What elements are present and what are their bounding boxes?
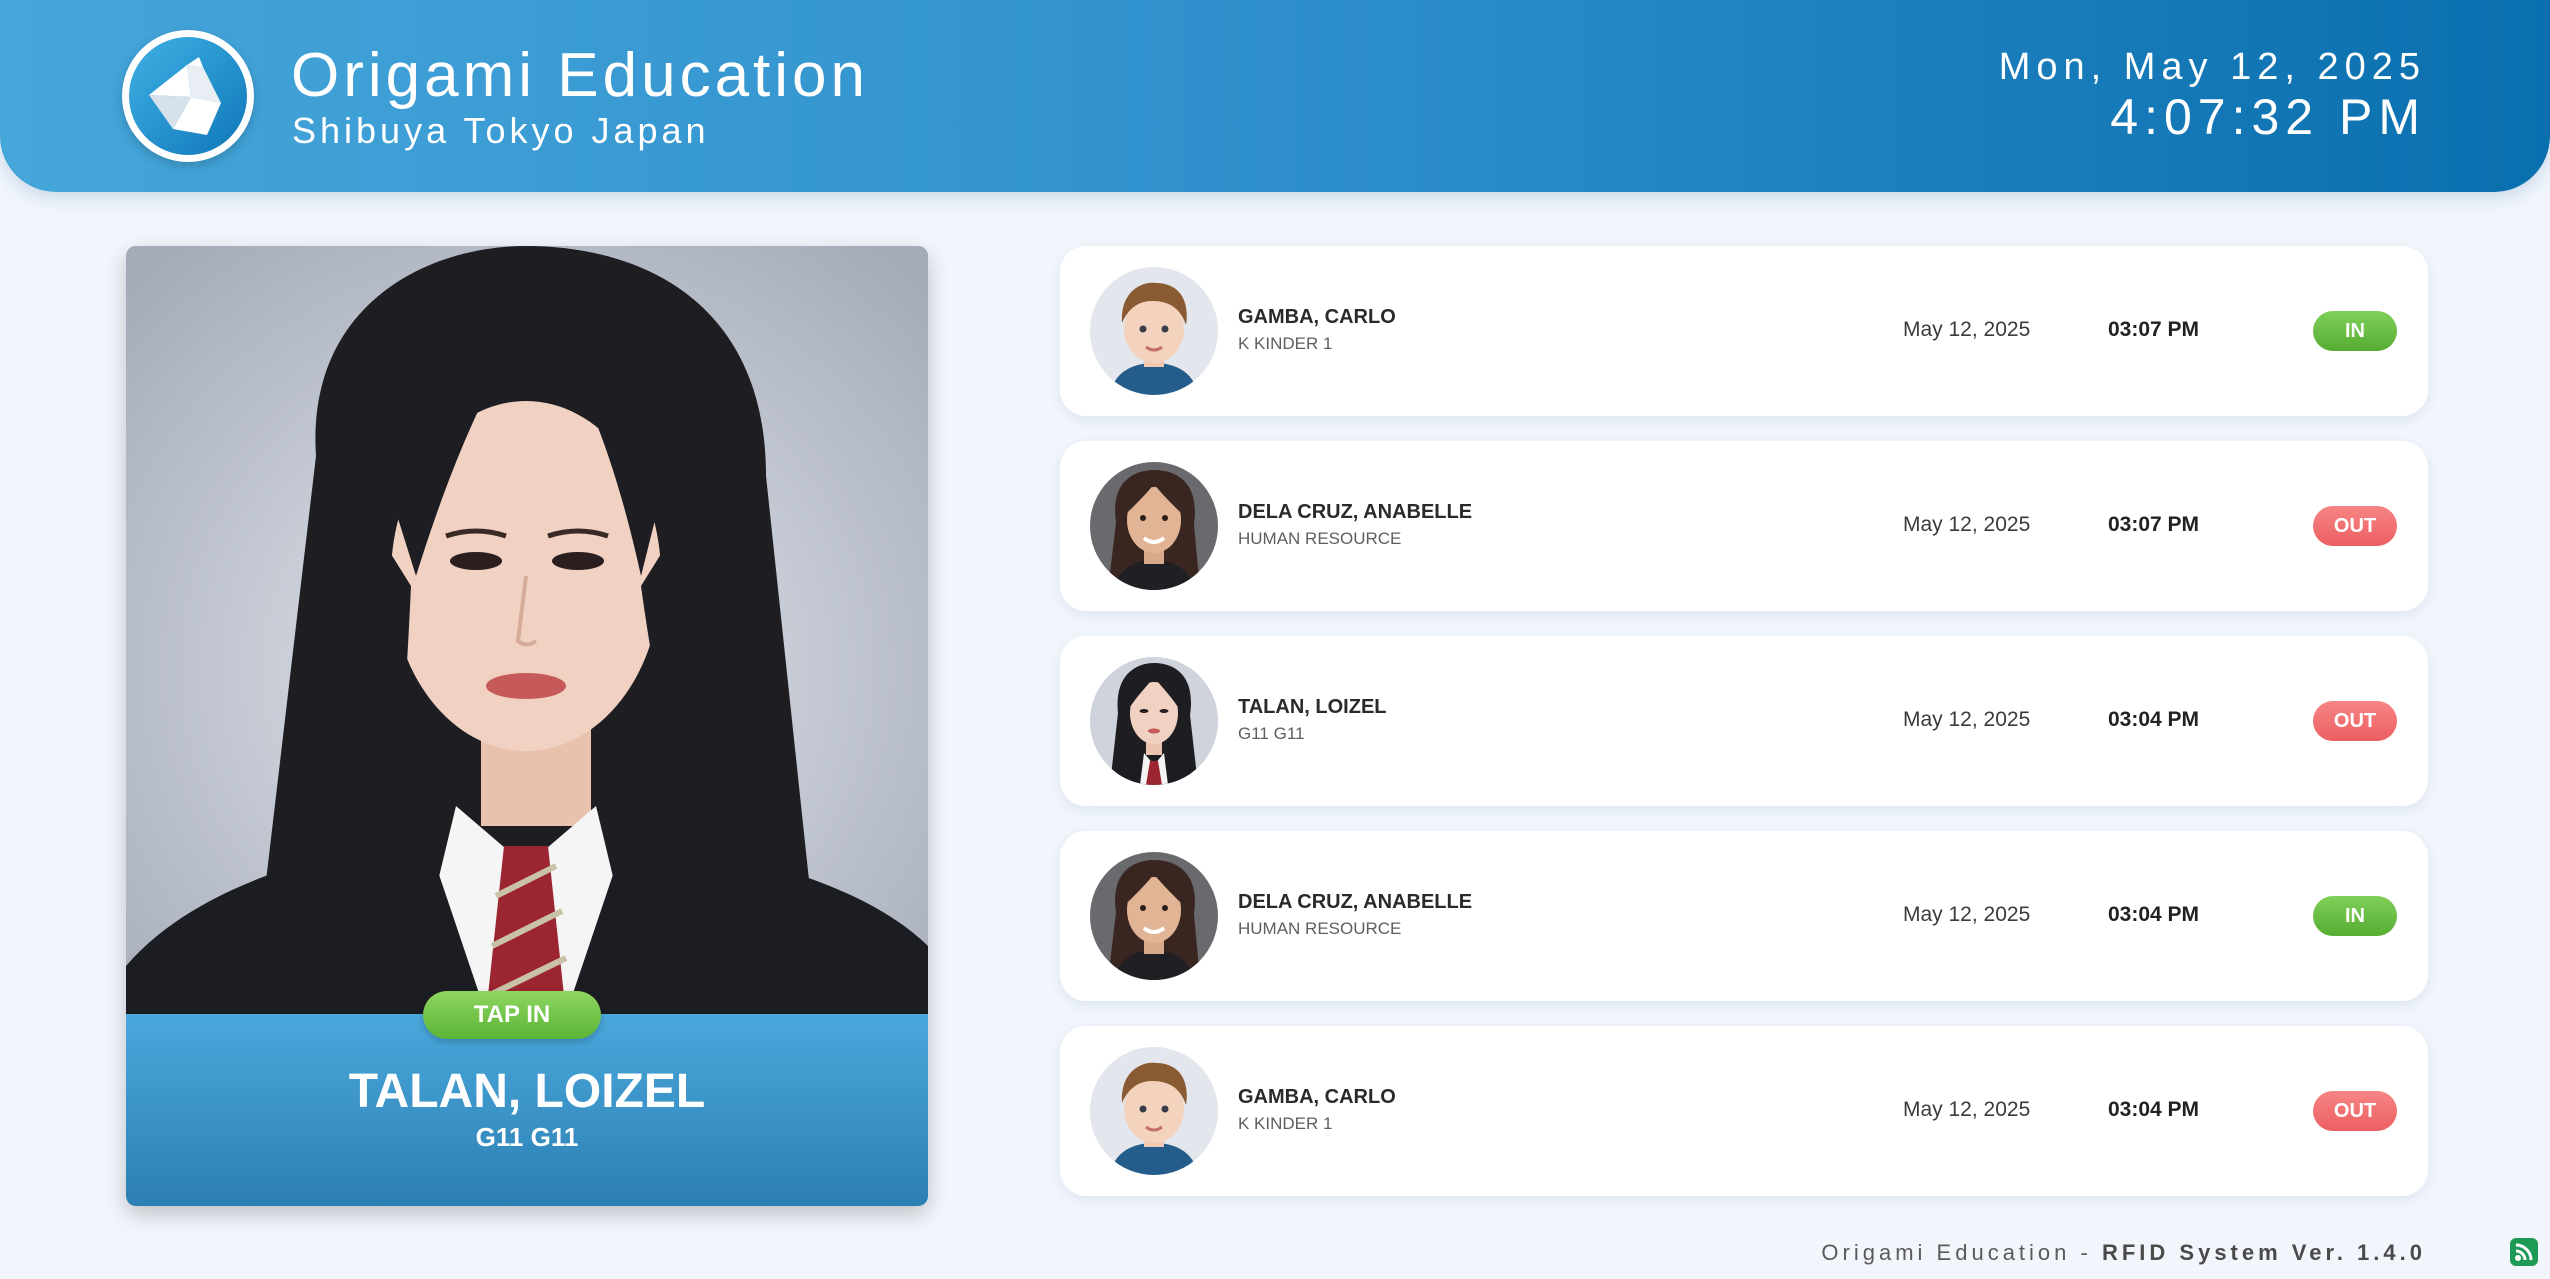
person-department: K KINDER 1: [1238, 1114, 1333, 1133]
featured-student-name: TALAN, LOIZEL: [348, 1065, 706, 1118]
person-department: HUMAN RESOURCE: [1238, 919, 1402, 938]
log-time: 03:04 PM: [2108, 1098, 2200, 1121]
log-row: DELA CRUZ, ANABELLE HUMAN RESOURCE May 1…: [1060, 441, 2428, 611]
app-header: Origami Education Shibuya Tokyo Japan Mo…: [0, 0, 2550, 192]
log-time: 03:07 PM: [2108, 318, 2200, 341]
log-row: DELA CRUZ, ANABELLE HUMAN RESOURCE May 1…: [1060, 831, 2428, 1001]
school-name: Origami Education: [291, 41, 870, 110]
status-badge: IN: [2313, 896, 2397, 936]
avatar: [1090, 657, 1218, 785]
school-location: Shibuya Tokyo Japan: [292, 110, 710, 151]
person-name: DELA CRUZ, ANABELLE: [1238, 501, 1473, 523]
rss-icon[interactable]: [2510, 1238, 2538, 1266]
avatar: [1090, 267, 1218, 395]
log-time: 03:04 PM: [2108, 903, 2200, 926]
log-time: 03:04 PM: [2108, 708, 2200, 731]
person-name: GAMBA, CARLO: [1238, 306, 1396, 328]
footer-separator: -: [2070, 1240, 2102, 1265]
log-date: May 12, 2025: [1903, 903, 2031, 926]
origami-crane-icon: [122, 30, 254, 162]
status-badge: OUT: [2313, 701, 2397, 741]
featured-student-card: TAP IN TALAN, LOIZEL G11 G11: [126, 246, 928, 1206]
current-time: 4:07:32 PM: [2110, 89, 2426, 145]
log-date: May 12, 2025: [1903, 318, 2031, 341]
log-row: GAMBA, CARLO K KINDER 1 May 12, 2025 03:…: [1060, 246, 2428, 416]
avatar: [1090, 852, 1218, 980]
footer-version: Origami Education - RFID System Ver. 1.4…: [1821, 1240, 2426, 1266]
footer-brand: Origami Education: [1821, 1240, 2071, 1265]
log-date: May 12, 2025: [1903, 513, 2031, 536]
log-row: GAMBA, CARLO K KINDER 1 May 12, 2025 03:…: [1060, 1026, 2428, 1196]
person-name: DELA CRUZ, ANABELLE: [1238, 891, 1473, 913]
log-row: TALAN, LOIZEL G11 G11 May 12, 2025 03:04…: [1060, 636, 2428, 806]
tap-status-badge: TAP IN: [423, 991, 601, 1039]
status-badge: OUT: [2313, 506, 2397, 546]
person-department: K KINDER 1: [1238, 334, 1333, 353]
avatar: [1090, 1047, 1218, 1175]
attendance-log-list: GAMBA, CARLO K KINDER 1 May 12, 2025 03:…: [1060, 246, 2428, 1221]
person-department: G11 G11: [1238, 724, 1305, 743]
person-department: HUMAN RESOURCE: [1238, 529, 1402, 548]
status-badge: IN: [2313, 311, 2397, 351]
footer-system-version: RFID System Ver. 1.4.0: [2101, 1240, 2426, 1265]
person-name: GAMBA, CARLO: [1238, 1086, 1396, 1108]
featured-student-grade: G11 G11: [475, 1122, 579, 1152]
log-date: May 12, 2025: [1903, 708, 2031, 731]
log-time: 03:07 PM: [2108, 513, 2200, 536]
status-badge: OUT: [2313, 1091, 2397, 1131]
log-date: May 12, 2025: [1903, 1098, 2031, 1121]
person-name: TALAN, LOIZEL: [1238, 696, 1387, 718]
avatar: [1090, 462, 1218, 590]
current-date: Mon, May 12, 2025: [1998, 46, 2426, 88]
featured-student-photo: [126, 246, 928, 1014]
